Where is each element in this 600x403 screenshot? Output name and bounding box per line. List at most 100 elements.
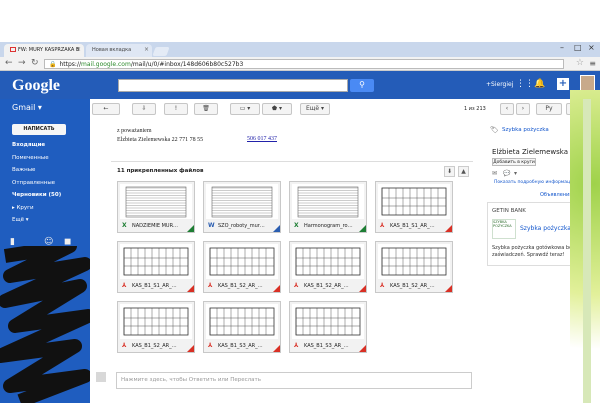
ads-label[interactable]: Объявления — [540, 192, 572, 198]
lock-icon: 🔒 — [49, 61, 57, 68]
attachment-tile[interactable]: W SZO_roboty_mur… — [203, 181, 281, 233]
notifications-bell-icon[interactable]: 🔔 — [534, 79, 545, 89]
bookmark-star-icon[interactable]: ☆ — [576, 58, 584, 68]
older-button[interactable]: ‹ — [500, 103, 514, 115]
close-icon[interactable]: × — [144, 46, 149, 53]
attachment-name: KAS_B1_S1_AR_… — [132, 283, 177, 289]
ad-text: Szybka pożyczka gotówkowa bez zaświadcze… — [492, 245, 575, 258]
save-to-drive-icon[interactable]: ▲ — [458, 166, 469, 177]
message-count: 1 из 213 — [464, 106, 486, 112]
sidebar-item-drafts[interactable]: Черновики (50) — [12, 192, 61, 205]
pdf-file-icon: ⅄ — [294, 282, 299, 289]
maximize-icon[interactable]: □ — [574, 43, 582, 52]
file-type-corner — [359, 345, 366, 352]
archive-button[interactable]: ⇩ — [132, 103, 156, 115]
attachment-name: KAS_B1_S2_AR_… — [390, 283, 435, 289]
sidebar-item-circles[interactable]: ▸ Круги — [12, 205, 61, 218]
phone-link[interactable]: 506 017 437 — [247, 136, 277, 142]
attachment-tile[interactable]: X Harmonogram_ro… — [289, 181, 367, 233]
tag-icon: 🏷 — [490, 126, 499, 134]
attachment-tile[interactable]: ⅄ KAS_B1_S2_AR_… — [289, 241, 367, 293]
attachment-thumbnail — [206, 304, 278, 339]
pdf-file-icon: ⅄ — [122, 342, 127, 349]
dropdown-icon[interactable]: ▾ — [514, 170, 517, 177]
chat-icon[interactable]: 💬 — [503, 170, 510, 177]
reply-input[interactable]: Нажмите здесь, чтобы Ответить или Пересл… — [116, 372, 472, 389]
attachment-tile[interactable]: ⅄ KAS_B1_S2_AR_… — [203, 241, 281, 293]
move-to-button[interactable]: ▭ ▾ — [230, 103, 260, 115]
menu-icon[interactable]: ≡ — [589, 59, 596, 68]
sidebar-item-more[interactable]: Ещё ▾ — [12, 217, 61, 230]
sidebar-item-inbox[interactable]: Входящие — [12, 142, 61, 155]
search-input[interactable] — [118, 79, 348, 92]
close-window-icon[interactable]: × — [588, 43, 595, 52]
browser-tab-bar: FW: MURY KASPRZAKA B × Новая вкладка × — [0, 42, 600, 57]
email-icon[interactable]: ✉ — [492, 170, 497, 177]
share-plus-button[interactable]: + — [557, 78, 569, 90]
back-to-inbox-button[interactable]: ← — [92, 103, 120, 115]
address-bar: ← → ↻ 🔒 https://mail.google.com/mail/u/0/… — [0, 57, 600, 71]
redacted-scribble — [0, 246, 90, 403]
search-button[interactable]: ⚲ — [350, 79, 374, 92]
url-field[interactable]: 🔒 https://mail.google.com/mail/u/0/#inbox… — [44, 59, 564, 69]
download-all-icon[interactable]: ⬇ — [444, 166, 455, 177]
ad-title[interactable]: Szybka pożyczka — [520, 225, 571, 232]
new-tab-button[interactable] — [152, 47, 170, 56]
file-type-corner — [445, 285, 452, 292]
google-logo[interactable]: Google — [12, 77, 60, 95]
tab-new[interactable]: Новая вкладка × — [86, 44, 152, 57]
attachment-thumbnail — [378, 244, 450, 279]
scrollbar[interactable] — [583, 99, 591, 403]
attachment-tile[interactable]: ⅄ KAS_B1_S1_AR_… — [117, 241, 195, 293]
tab-label: FW: MURY KASPRZAKA B — [18, 47, 80, 53]
signature-name: Elzbieta Zielemewska 22 771 78 55 — [117, 137, 204, 143]
attachments-label: 11 прикрепленных файлов — [117, 168, 204, 174]
more-info-link[interactable]: Показать подробную информацию — [494, 180, 577, 185]
reload-icon[interactable]: ↻ — [31, 58, 39, 68]
minimize-icon[interactable]: – — [560, 43, 564, 52]
compose-button[interactable]: НАПИСАТЬ — [12, 124, 66, 135]
file-type-corner — [187, 345, 194, 352]
attachment-thumbnail — [206, 184, 278, 219]
add-to-circles-button[interactable]: Добавить в круги — [492, 158, 536, 166]
gmail-menu[interactable]: Gmail ▾ — [12, 103, 42, 112]
attachment-tile[interactable]: ⅄ KAS_B1_S2_AR_… — [117, 301, 195, 353]
ad-card[interactable]: GETIN BANK × SZYBKA POŻYCZKA Szybka poży… — [487, 202, 581, 266]
back-icon[interactable]: ← — [5, 58, 13, 68]
attachment-tile[interactable]: ⅄ KAS_B1_S2_AR_… — [375, 241, 453, 293]
report-spam-button[interactable]: ! — [164, 103, 188, 115]
attachment-tile[interactable]: ⅄ KAS_B1_S1_AR_… — [375, 181, 453, 233]
file-type-corner — [187, 285, 194, 292]
labels-button[interactable]: ⬟ ▾ — [262, 103, 292, 115]
file-type-corner — [273, 285, 280, 292]
newer-button[interactable]: › — [516, 103, 530, 115]
file-type-corner — [273, 345, 280, 352]
attachment-name: KAS_B1_S3_AR_… — [218, 343, 263, 349]
pdf-file-icon: ⅄ — [380, 222, 385, 229]
attachment-tile[interactable]: ⅄ KAS_B1_S3_AR_… — [289, 301, 367, 353]
tab-gmail[interactable]: FW: MURY KASPRZAKA B × — [4, 44, 84, 57]
attachment-thumbnail — [120, 244, 192, 279]
sidebar-item-sent[interactable]: Отправленные — [12, 180, 61, 193]
pdf-file-icon: ⅄ — [122, 282, 127, 289]
excel-file-icon: X — [122, 222, 127, 229]
folder-list: Входящие Помеченные Важные Отправленные … — [12, 142, 61, 230]
close-icon[interactable]: × — [76, 46, 81, 53]
file-type-corner — [273, 225, 280, 232]
attachment-tile[interactable]: X NADZIEMIE MUR… — [117, 181, 195, 233]
more-button[interactable]: Ещё ▾ — [300, 103, 330, 115]
attachment-thumbnail — [378, 184, 450, 219]
sidebar-item-starred[interactable]: Помеченные — [12, 155, 61, 168]
apps-grid-icon[interactable]: ⋮⋮ — [516, 79, 534, 89]
forward-icon[interactable]: → — [18, 58, 26, 68]
attachment-name: NADZIEMIE MUR… — [132, 223, 179, 229]
attachment-thumbnail — [292, 184, 364, 219]
sidebar-title[interactable]: Szybka pożyczka — [502, 127, 549, 133]
attachment-tile[interactable]: ⅄ KAS_B1_S3_AR_… — [203, 301, 281, 353]
tab-label: Новая вкладка — [92, 47, 132, 53]
user-name[interactable]: +Siergiej — [486, 81, 513, 88]
attachment-name: KAS_B1_S3_AR_… — [304, 343, 349, 349]
language-button[interactable]: Ру — [536, 103, 562, 115]
sidebar-item-important[interactable]: Важные — [12, 167, 61, 180]
delete-button[interactable]: 🗑 — [194, 103, 218, 115]
